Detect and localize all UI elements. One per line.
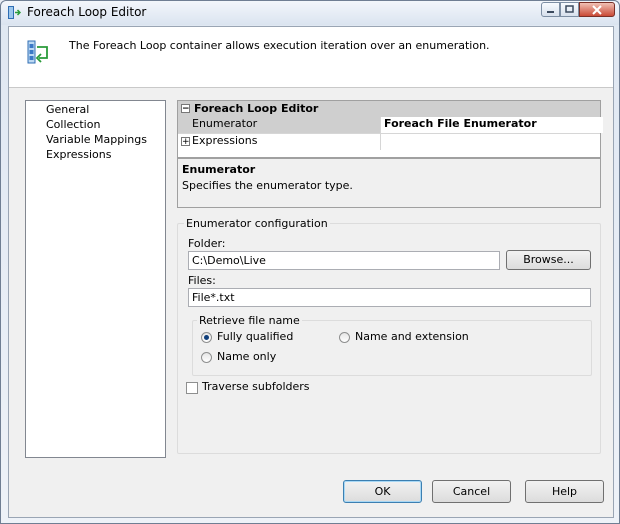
- enumerator-configuration-group: Enumerator configuration Folder: C:\Demo…: [177, 217, 601, 454]
- foreach-container-icon: [27, 40, 48, 64]
- radio-name-and-extension-label[interactable]: Name and extension: [355, 330, 469, 343]
- traverse-subfolders-checkbox[interactable]: [186, 382, 198, 394]
- collapse-category-icon[interactable]: −: [181, 104, 190, 114]
- property-description-panel: Enumerator Specifies the enumerator type…: [177, 158, 601, 208]
- browse-button[interactable]: Browse...: [506, 250, 591, 270]
- dialog-client-area: The Foreach Loop container allows execut…: [8, 26, 614, 518]
- window-title: Foreach Loop Editor: [27, 5, 147, 19]
- property-name: Enumerator: [178, 117, 381, 133]
- description-title: Enumerator: [182, 163, 256, 176]
- files-input[interactable]: File*.txt: [188, 288, 591, 307]
- files-label: Files:: [188, 274, 216, 287]
- traverse-subfolders-label[interactable]: Traverse subfolders: [202, 380, 310, 393]
- radio-fully-qualified-label[interactable]: Fully qualified: [217, 330, 293, 343]
- enumerator-configuration-legend: Enumerator configuration: [184, 217, 330, 230]
- property-row-expressions[interactable]: + Expressions: [178, 133, 600, 150]
- expand-expressions-icon[interactable]: +: [181, 137, 190, 147]
- cancel-button[interactable]: Cancel: [432, 480, 511, 503]
- radio-name-only-label[interactable]: Name only: [217, 350, 276, 363]
- folder-input[interactable]: C:\Demo\Live: [188, 251, 500, 270]
- nav-item-expressions[interactable]: Expressions: [46, 148, 111, 161]
- header-description: The Foreach Loop container allows execut…: [69, 39, 490, 52]
- property-row-enumerator[interactable]: Enumerator Foreach File Enumerator: [178, 117, 603, 133]
- maximize-icon: [565, 5, 574, 13]
- nav-item-general[interactable]: General: [46, 103, 89, 116]
- ok-button[interactable]: OK: [343, 480, 422, 503]
- close-icon: [592, 4, 602, 15]
- minimize-button[interactable]: [541, 2, 560, 17]
- page-navigation-list: General Collection Variable Mappings Exp…: [25, 100, 166, 458]
- property-grid: − Foreach Loop Editor Enumerator Foreach…: [177, 100, 603, 158]
- property-category-row: − Foreach Loop Editor: [178, 101, 600, 117]
- foreach-loop-editor-window: Foreach Loop Editor The Foreach Loop con…: [0, 0, 620, 524]
- folder-label: Folder:: [188, 237, 226, 250]
- retrieve-file-name-legend: Retrieve file name: [197, 314, 302, 327]
- nav-item-collection[interactable]: Collection: [46, 118, 100, 131]
- radio-name-only[interactable]: [201, 352, 212, 363]
- foreach-loop-icon: [8, 6, 21, 19]
- enumerator-value-select[interactable]: Foreach File Enumerator: [381, 117, 603, 133]
- minimize-icon: [547, 11, 554, 13]
- property-name: Expressions: [192, 134, 381, 150]
- property-value[interactable]: [381, 134, 603, 150]
- description-text: Specifies the enumerator type.: [182, 179, 353, 192]
- property-category-label: Foreach Loop Editor: [194, 102, 319, 115]
- nav-item-variable-mappings[interactable]: Variable Mappings: [46, 133, 147, 146]
- close-button[interactable]: [579, 2, 615, 17]
- maximize-button[interactable]: [560, 2, 579, 17]
- radio-fully-qualified[interactable]: [201, 332, 212, 343]
- header-panel: The Foreach Loop container allows execut…: [9, 27, 613, 88]
- title-bar[interactable]: Foreach Loop Editor: [1, 1, 619, 25]
- retrieve-file-name-group: Retrieve file name Fully qualified Name …: [192, 314, 592, 376]
- radio-name-and-extension[interactable]: [339, 332, 350, 343]
- help-button[interactable]: Help: [525, 480, 604, 503]
